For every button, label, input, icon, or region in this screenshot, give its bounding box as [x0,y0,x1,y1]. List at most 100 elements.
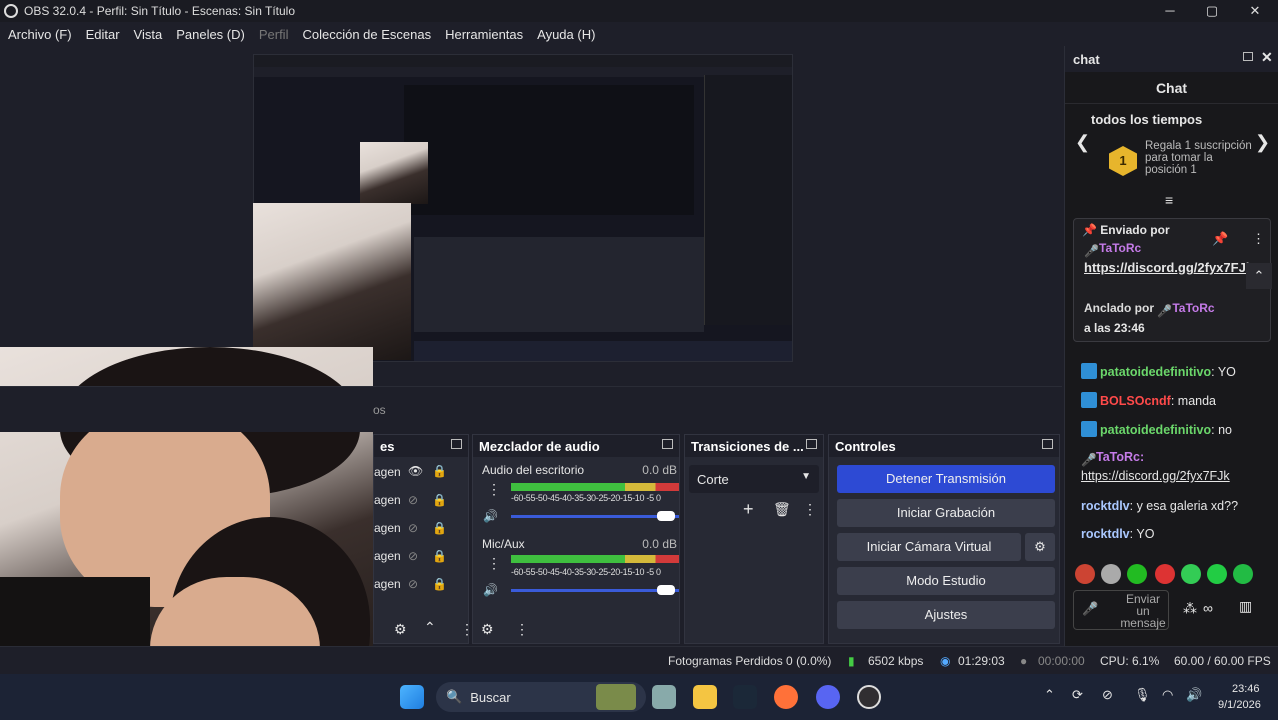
menu-paneles[interactable]: Paneles (D) [176,27,245,42]
source-row[interactable]: agen ⊘ 🔒 [374,493,470,521]
menu-herramientas[interactable]: Herramientas [445,27,523,42]
volume-slider[interactable] [511,515,679,518]
channel-menu-icon[interactable]: ⋮ [487,481,501,498]
volume-slider-knob[interactable] [657,511,675,521]
pinned-link[interactable]: https://discord.gg/2fyx7FJk [1084,259,1253,276]
eye-hidden-icon[interactable]: ⊘ [408,577,418,591]
menu-editar[interactable]: Editar [86,27,120,42]
chevron-up-icon[interactable]: ⌃ [1246,263,1272,289]
scenes-tab-partial[interactable]: os [373,403,386,417]
volume-slider-knob[interactable] [657,585,675,595]
menu-archivo[interactable]: Archivo (F) [8,27,72,42]
task-view-icon[interactable] [652,685,676,709]
lock-icon[interactable]: 🔒 [432,521,447,535]
signal-icon: ▮ [848,654,855,668]
undock-icon[interactable] [451,439,462,449]
start-recording-button[interactable]: Iniciar Grabación [837,499,1055,527]
speaker-icon[interactable]: 🔊 [483,583,498,597]
controls-title: Controles [835,438,896,454]
volume-icon[interactable]: 🔊 [1186,687,1202,703]
chevron-left-icon[interactable]: ❮ [1075,132,1090,153]
eye-icon[interactable]: 👁 [408,464,423,478]
mic-icon[interactable]: 🎙 [1134,687,1151,703]
emote-icon[interactable] [1101,564,1121,584]
emote-icon[interactable] [1207,564,1227,584]
maximize-button[interactable]: ▢ [1202,2,1222,20]
menu-ayuda[interactable]: Ayuda (H) [537,27,595,42]
emote-icon[interactable] [1181,564,1201,584]
speaker-icon[interactable]: 🔊 [483,509,498,523]
infinity-icon[interactable]: ∞ [1203,600,1213,616]
lock-icon[interactable]: 🔒 [432,464,447,478]
obs-taskbar-icon[interactable] [857,685,881,709]
eye-hidden-icon[interactable]: ⊘ [408,521,418,535]
virtual-camera-button[interactable]: Iniciar Cámara Virtual [837,533,1021,561]
menu-vista[interactable]: Vista [134,27,163,42]
chat-input[interactable]: 🎤 Enviar un mensaje [1073,590,1169,630]
windows-start-icon[interactable] [400,685,424,709]
close-button[interactable]: ✕ [1245,2,1265,20]
sync-icon[interactable]: ⟳ [1072,687,1083,703]
source-row[interactable]: agen ⊘ 🔒 [374,521,470,549]
network-off-icon[interactable]: ⊘ [1102,687,1113,703]
pin-icon[interactable]: 📌 [1212,231,1228,247]
source-row[interactable]: agen ⊘ 🔒 [374,549,470,577]
lock-icon[interactable]: 🔒 [432,549,447,563]
volume-slider[interactable] [511,589,679,592]
menu-coleccion-escenas[interactable]: Colección de Escenas [302,27,431,42]
leaderboard-text: Regala 1 suscripción para tomar la posic… [1145,140,1252,176]
chat-link[interactable]: https://discord.gg/2fyx7FJk [1081,469,1230,483]
wifi-icon[interactable]: ◠ [1162,687,1173,703]
undock-icon[interactable] [806,439,817,449]
cpu-usage: CPU: 6.1% [1100,654,1160,668]
minimize-button[interactable]: ─ [1160,2,1180,20]
chat-username: TaToRc: [1096,450,1145,464]
close-icon[interactable]: ✕ [1261,49,1273,66]
steam-icon[interactable] [733,685,757,709]
taskbar-search[interactable]: 🔍 Buscar [436,682,646,712]
store-icon[interactable]: ▥ [1239,598,1252,615]
settings-button[interactable]: Ajustes [837,601,1055,629]
file-explorer-icon[interactable] [693,685,717,709]
more-icon[interactable]: ⋮ [1252,231,1265,247]
chevron-up-icon[interactable]: ⌃ [1044,687,1055,703]
bits-icon[interactable]: ⁂ [1183,600,1197,617]
more-icon[interactable]: ⋮ [515,621,529,638]
source-row[interactable]: agen ⊘ 🔒 [374,577,470,605]
chevron-right-icon[interactable]: ❯ [1255,132,1270,153]
emote-icon[interactable] [1155,564,1175,584]
trash-icon[interactable]: 🗑 [773,501,791,518]
gear-icon[interactable]: ⚙ [394,621,407,638]
chevron-up-icon[interactable]: ⌃ [424,619,436,636]
channel-menu-icon[interactable]: ⋮ [487,555,501,572]
stop-stream-button[interactable]: Detener Transmisión [837,465,1055,493]
menu-perfil[interactable]: Perfil [259,27,289,42]
menu-bar: Archivo (F) Editar Vista Paneles (D) Per… [0,22,1278,46]
undock-icon[interactable] [1042,439,1053,449]
virtual-camera-settings-icon[interactable]: ⚙ [1025,533,1055,561]
emote-icon[interactable] [1075,564,1095,584]
firefox-icon[interactable] [774,685,798,709]
lock-icon[interactable]: 🔒 [432,493,447,507]
chat-text: : no [1211,423,1232,437]
collapse-icon[interactable]: ≡ [1165,192,1173,208]
add-icon[interactable]: + [743,499,754,520]
emote-icon[interactable] [1127,564,1147,584]
title-bar: OBS 32.0.4 - Perfil: Sin Título - Escena… [0,0,1278,22]
clock-time[interactable]: 23:46 [1232,683,1260,695]
eye-hidden-icon[interactable]: ⊘ [408,549,418,563]
source-name: agen [374,577,401,591]
emote-icon[interactable] [1233,564,1253,584]
transition-select[interactable]: Corte ▼ [689,465,819,493]
more-icon[interactable]: ⋮ [803,501,817,518]
undock-icon[interactable] [1243,52,1253,61]
mixer-settings-icon[interactable]: ⚙ [481,621,494,638]
lock-icon[interactable]: 🔒 [432,577,447,591]
chat-username: patatoidedefinitivo [1100,423,1212,437]
eye-hidden-icon[interactable]: ⊘ [408,493,418,507]
source-row[interactable]: agen 👁 🔒 [374,464,470,493]
discord-icon[interactable] [816,685,840,709]
studio-mode-button[interactable]: Modo Estudio [837,567,1055,595]
undock-icon[interactable] [662,439,673,449]
clock-date[interactable]: 9/1/2026 [1218,699,1261,711]
